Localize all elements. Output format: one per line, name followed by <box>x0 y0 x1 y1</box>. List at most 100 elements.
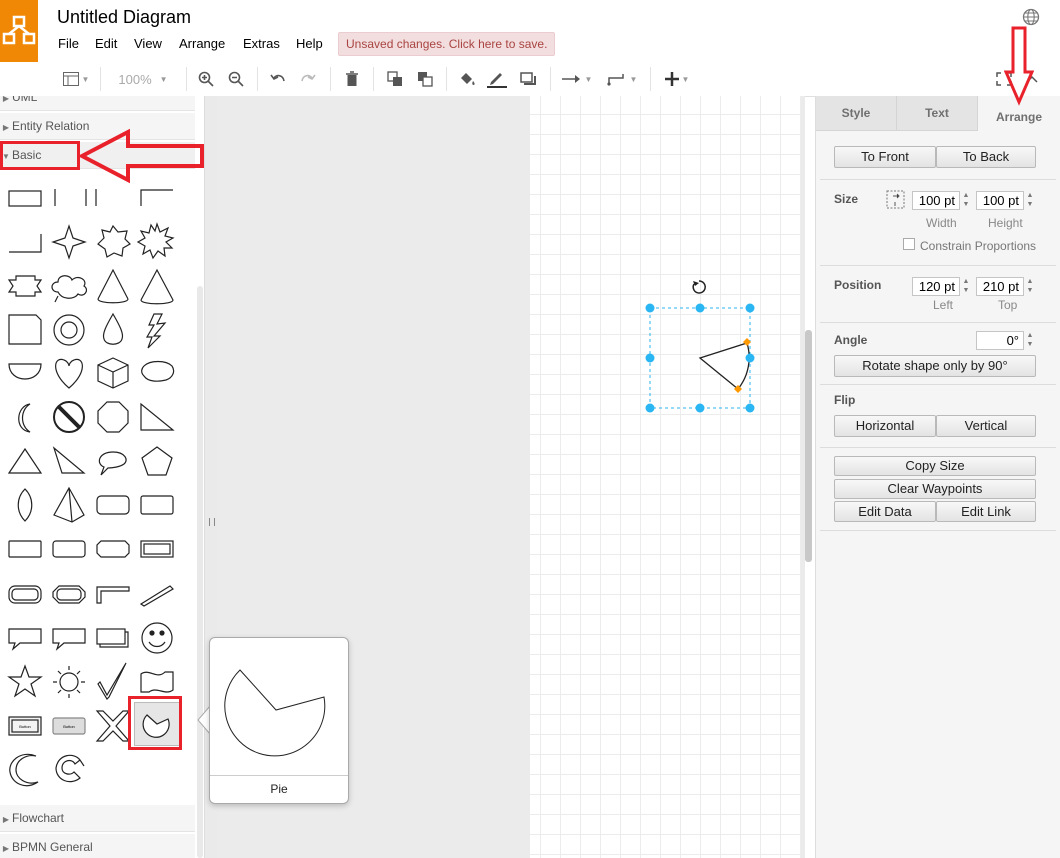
height-spinner[interactable]: ▲ ▼ <box>1025 191 1035 210</box>
checkmark-shape[interactable] <box>97 662 127 700</box>
section-uml[interactable]: ▶ UML <box>0 96 195 111</box>
zoom-dropdown[interactable]: 100% ▼ <box>112 68 174 90</box>
to-back-button[interactable] <box>414 68 436 90</box>
drop-shape[interactable] <box>102 312 124 345</box>
arc-shape[interactable] <box>9 753 39 787</box>
burst-shape[interactable] <box>136 222 175 260</box>
to-back-panel-button[interactable]: To Back <box>936 146 1036 168</box>
diagonal-strip-shape[interactable] <box>139 585 174 607</box>
corner-shape[interactable] <box>140 189 173 206</box>
fill-color-button[interactable] <box>457 68 477 90</box>
pyramid-cone-shape[interactable] <box>140 268 174 305</box>
shadow-button[interactable] <box>518 68 538 90</box>
callout-2-shape[interactable] <box>52 628 86 651</box>
autosize-icon[interactable] <box>886 190 906 210</box>
clear-waypoints-button[interactable]: Clear Waypoints <box>834 479 1036 499</box>
no-symbol-shape[interactable] <box>57 405 81 429</box>
donut-shape[interactable] <box>60 321 78 339</box>
app-logo[interactable] <box>0 0 38 62</box>
flip-vertical-button[interactable]: Vertical <box>936 415 1036 437</box>
diagram-title[interactable]: Untitled Diagram <box>57 7 191 28</box>
top-input[interactable] <box>976 277 1024 296</box>
skewed-triangle-shape[interactable] <box>52 446 86 474</box>
connection-style-dropdown[interactable]: ▼ <box>560 68 594 90</box>
edit-data-button[interactable]: Edit Data <box>834 501 936 522</box>
left-spinner[interactable]: ▲ ▼ <box>961 277 971 296</box>
right-triangle-shape[interactable] <box>140 402 175 431</box>
language-globe-icon[interactable] <box>1022 8 1040 26</box>
to-front-panel-button[interactable]: To Front <box>834 146 936 168</box>
speech-bubble-shape[interactable] <box>98 451 127 476</box>
top-spinner[interactable]: ▲ ▼ <box>1025 277 1035 296</box>
delete-button[interactable] <box>342 68 362 90</box>
rectangle-rounded-small-shape[interactable] <box>140 495 174 515</box>
rectangle-shape[interactable] <box>8 190 42 207</box>
menu-file[interactable]: File <box>58 36 79 51</box>
to-front-button[interactable] <box>384 68 406 90</box>
flip-horizontal-button[interactable]: Horizontal <box>834 415 936 437</box>
selected-pie-shape[interactable] <box>640 276 765 418</box>
format-panel-toggle[interactable]: ▼ <box>58 68 94 90</box>
tab-style[interactable]: Style <box>816 96 897 131</box>
rounded-process-shape[interactable] <box>52 540 86 558</box>
waypoints-dropdown[interactable]: ▼ <box>604 68 640 90</box>
unsaved-changes-notice[interactable]: Unsaved changes. Click here to save. <box>338 32 556 56</box>
moon-shape[interactable] <box>18 403 31 433</box>
tape-shape[interactable] <box>140 671 174 693</box>
callout-shape[interactable] <box>8 628 42 651</box>
note-shape[interactable] <box>8 314 42 345</box>
left-input[interactable] <box>912 277 960 296</box>
section-flowchart[interactable]: ▶ Flowchart <box>0 805 195 832</box>
sun-shape[interactable] <box>53 666 85 698</box>
width-input[interactable] <box>912 191 960 210</box>
tetrahedron-shape[interactable] <box>53 486 85 523</box>
double-plaque-shape[interactable] <box>56 588 82 601</box>
sidebar-scrollbar[interactable] <box>197 286 203 858</box>
cube-shape[interactable] <box>97 357 129 389</box>
constrain-checkbox[interactable] <box>903 238 915 250</box>
cone-shape[interactable] <box>97 268 129 304</box>
section-bpmn-general[interactable]: ▶ BPMN General <box>0 834 195 858</box>
redo-button[interactable] <box>298 68 318 90</box>
angle-input[interactable] <box>976 331 1024 350</box>
multi-document-shape[interactable] <box>99 631 129 648</box>
triangle-shape[interactable] <box>7 447 43 474</box>
menu-edit[interactable]: Edit <box>95 36 117 51</box>
menu-extras[interactable]: Extras <box>243 36 280 51</box>
copy-size-button[interactable]: Copy Size <box>834 456 1036 476</box>
diagram-page[interactable] <box>530 96 801 858</box>
edit-link-button[interactable]: Edit Link <box>936 501 1036 522</box>
pentagon-shape[interactable] <box>141 446 173 476</box>
heart-shape[interactable] <box>55 358 83 389</box>
zoom-in-button[interactable] <box>196 68 216 90</box>
cloud-callout-shape[interactable] <box>51 275 88 303</box>
lightning-shape[interactable] <box>145 313 167 349</box>
double-rounded-shape[interactable] <box>11 588 39 601</box>
undo-button[interactable] <box>268 68 288 90</box>
star-shape[interactable] <box>7 664 43 698</box>
double-line-shape[interactable] <box>85 189 97 206</box>
eight-point-star-shape[interactable] <box>97 224 131 258</box>
partial-circle-shape[interactable] <box>55 754 85 783</box>
frame-corner-shape[interactable] <box>96 586 130 604</box>
partial-rectangle-shape[interactable] <box>9 234 42 253</box>
width-spinner[interactable]: ▲ ▼ <box>961 191 971 210</box>
rotate-90-button[interactable]: Rotate shape only by 90° <box>834 355 1036 377</box>
height-input[interactable] <box>976 191 1024 210</box>
lens-shape[interactable] <box>17 488 33 522</box>
canvas-scrollbar[interactable] <box>805 330 812 562</box>
plaque-shape[interactable] <box>96 540 130 558</box>
insert-dropdown[interactable]: ▼ <box>660 68 694 90</box>
line-color-button[interactable] <box>486 68 508 90</box>
smiley-shape[interactable] <box>148 641 166 648</box>
x-shape[interactable] <box>95 710 131 742</box>
zoom-out-button[interactable] <box>226 68 246 90</box>
rounded-rectangle-shape[interactable] <box>96 495 130 515</box>
process-shape[interactable] <box>8 540 42 558</box>
angle-spinner[interactable]: ▲ ▼ <box>1025 331 1035 350</box>
menu-help[interactable]: Help <box>296 36 323 51</box>
double-frame-shape[interactable] <box>143 543 171 555</box>
ribbon-shape[interactable] <box>7 275 43 297</box>
wavy-ellipse-shape[interactable] <box>141 360 175 382</box>
tab-text[interactable]: Text <box>897 96 978 131</box>
